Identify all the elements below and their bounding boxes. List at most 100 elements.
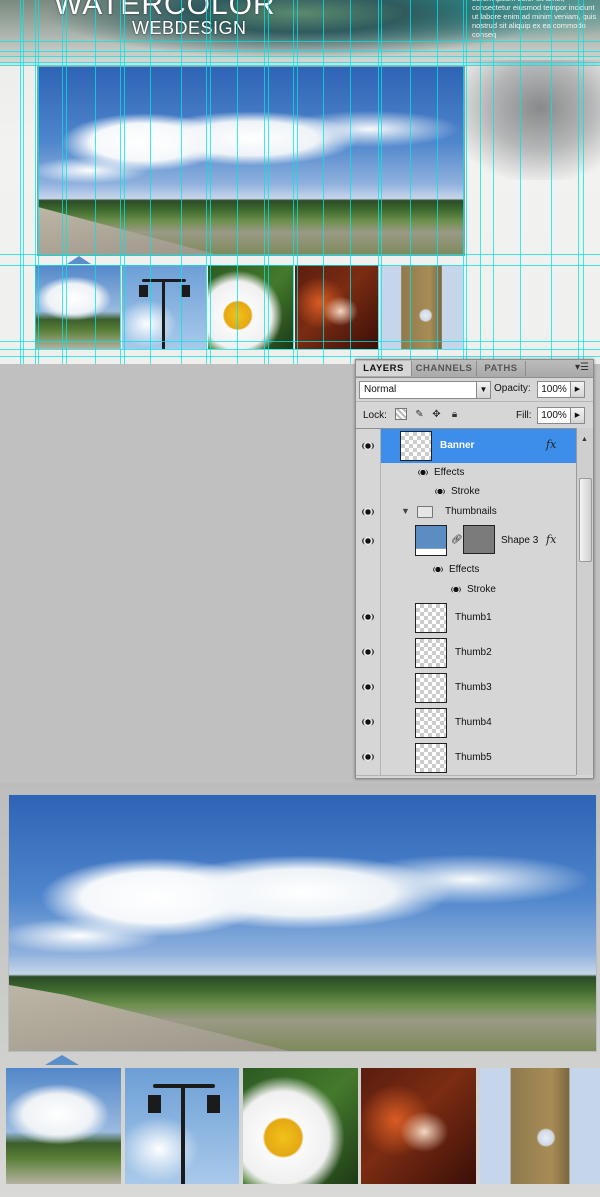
- tab-layers[interactable]: LAYERS: [356, 361, 412, 376]
- vector-mask-thumbnail: [463, 525, 495, 554]
- fx-icon[interactable]: fx: [546, 438, 556, 451]
- thumbnail-bee: [243, 1068, 358, 1184]
- layer-thumbnail: [415, 673, 447, 703]
- visibility-toggle[interactable]: [356, 522, 381, 560]
- thumbnail-strip-preview: [6, 1068, 600, 1184]
- layer-row-thumb1[interactable]: Thumb1: [356, 600, 576, 636]
- eye-icon: [362, 442, 374, 450]
- lock-all-icon[interactable]: 🔒︎: [448, 408, 461, 421]
- lamp-arm: [153, 1084, 215, 1088]
- fx-icon[interactable]: fx: [546, 533, 556, 546]
- visibility-toggle[interactable]: [356, 429, 381, 463]
- layers-panel: LAYERS CHANNELS PATHS ▾☰ Normal ▼ Opacit…: [355, 359, 594, 779]
- banner-image[interactable]: [37, 66, 465, 256]
- opacity-input[interactable]: 100%: [537, 381, 571, 398]
- eye-icon: [362, 508, 374, 516]
- eye-icon: [362, 753, 374, 761]
- thumb-indicator-arrow: [67, 256, 91, 264]
- layer-thumbnail: [415, 743, 447, 773]
- thumbnail-violin[interactable]: [295, 265, 378, 349]
- chevron-down-icon: ▼: [476, 382, 490, 398]
- thumbnail-violin: [361, 1068, 476, 1184]
- visibility-toggle[interactable]: [356, 670, 381, 705]
- effects-label: Effects: [449, 564, 480, 575]
- effects-label: Effects: [434, 467, 465, 478]
- tab-channels[interactable]: CHANNELS: [412, 361, 477, 376]
- eye-icon: [362, 537, 374, 545]
- eye-icon: [362, 683, 374, 691]
- layer-row-thumb5[interactable]: Thumb5: [356, 740, 576, 776]
- fill-input[interactable]: 100%: [537, 407, 571, 424]
- lock-transparency-icon[interactable]: [395, 408, 407, 420]
- divider: [356, 401, 593, 402]
- scroll-thumb[interactable]: [579, 478, 592, 562]
- eye-icon[interactable]: [451, 586, 461, 593]
- visibility-toggle[interactable]: [356, 600, 381, 635]
- layer-row-thumb4[interactable]: Thumb4: [356, 705, 576, 741]
- scroll-up-icon[interactable]: ▲: [581, 436, 588, 443]
- stroke-label: Stroke: [451, 486, 480, 497]
- thumbnail-tower[interactable]: [380, 265, 463, 349]
- visibility-toggle[interactable]: [356, 705, 381, 740]
- layer-row-banner[interactable]: Banner fx: [356, 429, 576, 464]
- lamp-right: [207, 1095, 220, 1113]
- layer-name: Thumb4: [455, 717, 492, 728]
- expand-arrow-icon[interactable]: ▼: [401, 506, 410, 516]
- layer-row-thumb3[interactable]: Thumb3: [356, 670, 576, 706]
- blend-mode-select[interactable]: Normal ▼: [359, 381, 491, 399]
- thumbnail-clouds: [6, 1068, 121, 1184]
- visibility-cell: [356, 482, 381, 501]
- eye-icon: [362, 613, 374, 621]
- layer-name: Thumb1: [455, 612, 492, 623]
- tab-paths[interactable]: PATHS: [477, 361, 526, 376]
- visibility-toggle[interactable]: [356, 740, 381, 775]
- eye-icon[interactable]: [418, 469, 428, 476]
- folder-icon: [417, 506, 433, 518]
- lamp-arm: [142, 279, 186, 282]
- visibility-toggle[interactable]: [356, 501, 381, 522]
- road-shape: [38, 207, 218, 255]
- opacity-slider-arrow-icon[interactable]: ▶: [570, 381, 585, 398]
- layer-row-thumb2[interactable]: Thumb2: [356, 635, 576, 671]
- thumbnail-lamp[interactable]: [122, 265, 206, 349]
- eye-icon[interactable]: [435, 488, 445, 495]
- layer-name: Thumb5: [455, 752, 492, 763]
- link-icon[interactable]: 🔗︎: [451, 534, 462, 545]
- fill-label: Fill:: [516, 410, 532, 421]
- visibility-cell: [356, 579, 381, 600]
- layer-name: Thumb2: [455, 647, 492, 658]
- layer-thumbnail: [415, 708, 447, 738]
- lorem-text: Lorem ipsum dolor sit amet, consectetur …: [472, 0, 597, 39]
- panel-menu-icon[interactable]: ▾☰: [575, 362, 589, 373]
- lamp-post: [162, 281, 165, 349]
- layer-thumbnail: [415, 638, 447, 668]
- fill-slider-arrow-icon[interactable]: ▶: [570, 407, 585, 424]
- lock-brush-icon[interactable]: ✎: [413, 408, 426, 421]
- eye-icon: [362, 718, 374, 726]
- visibility-cell: [356, 560, 381, 579]
- lamp-left: [148, 1095, 161, 1113]
- lock-move-icon[interactable]: ✥: [430, 408, 443, 421]
- layer-name: Banner: [440, 440, 475, 451]
- lamp-left: [139, 285, 148, 297]
- eye-icon[interactable]: [433, 566, 443, 573]
- eye-icon: [362, 648, 374, 656]
- layer-name: Shape 3: [501, 535, 539, 546]
- document-canvas-top: WATERCOLOR WEBDESIGN Lorem ipsum dolor s…: [0, 0, 600, 364]
- layer-name: Thumb3: [455, 682, 492, 693]
- visibility-toggle[interactable]: [356, 635, 381, 670]
- thumbnail-strip: [35, 265, 463, 349]
- opacity-label: Opacity:: [494, 383, 531, 394]
- effects-row[interactable]: Effects: [356, 560, 576, 580]
- effects-row[interactable]: Effects: [356, 463, 576, 483]
- lamp-post: [181, 1088, 185, 1184]
- layers-scrollbar[interactable]: ▲: [576, 428, 593, 775]
- layer-row-shape-3[interactable]: 🔗︎ Shape 3 fx: [356, 522, 576, 561]
- thumbnail-bee[interactable]: [208, 265, 293, 349]
- thumbnail-clouds[interactable]: [35, 265, 120, 349]
- visibility-cell: [356, 463, 381, 482]
- layer-thumbnail: [415, 603, 447, 633]
- stroke-effect-row[interactable]: Stroke: [356, 482, 576, 502]
- layer-group-thumbnails[interactable]: ▼ Thumbnails: [356, 501, 576, 523]
- stroke-effect-row[interactable]: Stroke: [356, 579, 576, 601]
